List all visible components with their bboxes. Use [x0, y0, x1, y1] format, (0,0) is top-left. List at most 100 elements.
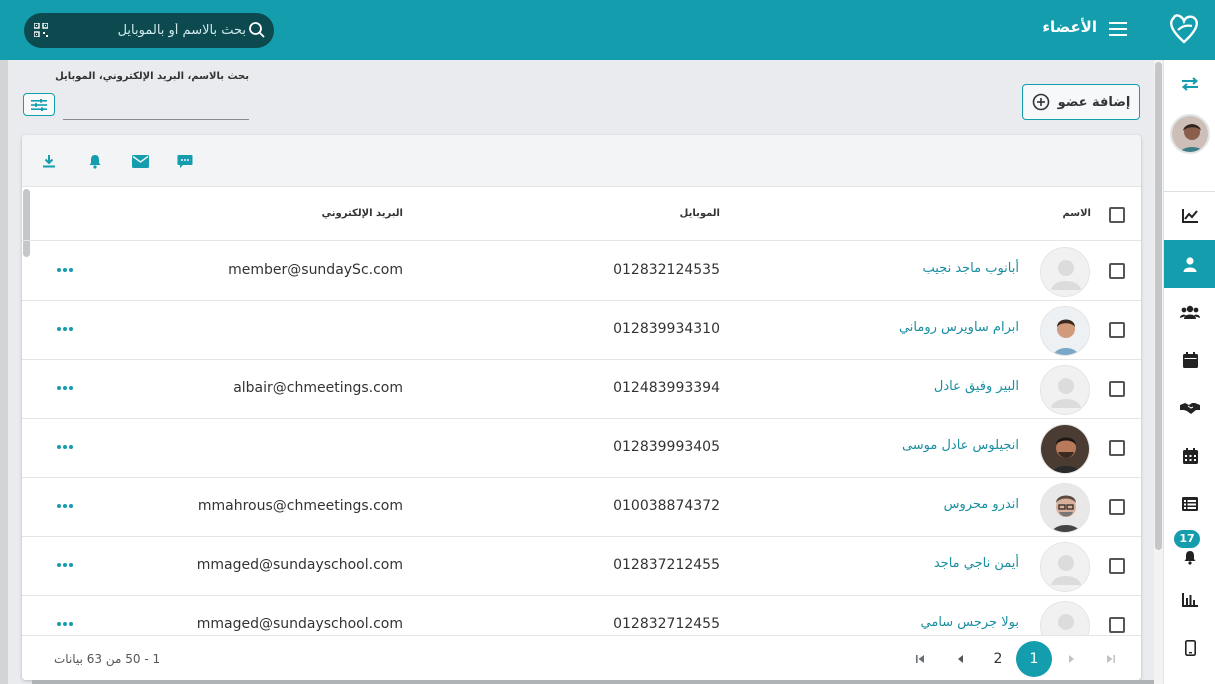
member-search-label: بحث بالاسم، البريد الإلكتروني، الموبايل	[55, 71, 249, 82]
table-row[interactable]: ابرام ساويرس روماني 012839934310	[22, 301, 1141, 360]
table-row[interactable]: أيمن ناجي ماجد 012837212455 mmaged@sundays…	[22, 537, 1141, 596]
profile-avatar[interactable]	[1164, 110, 1215, 158]
add-circle-icon	[1032, 93, 1049, 111]
chevron-left-icon	[958, 655, 963, 663]
member-mobile: 012832712455	[613, 616, 720, 632]
member-name-link[interactable]: البير وفيق عادل	[934, 379, 1019, 394]
row-checkbox[interactable]	[1109, 617, 1125, 633]
page-scrollbar[interactable]	[1154, 60, 1163, 684]
select-all-checkbox[interactable]	[1109, 207, 1125, 223]
search-icon[interactable]	[248, 21, 266, 39]
mobile-app-icon[interactable]	[1164, 624, 1215, 672]
swap-icon[interactable]	[1164, 60, 1215, 108]
member-mobile: 012837212455	[613, 557, 720, 573]
page-1-button[interactable]: 1	[1016, 641, 1052, 677]
add-member-label: إضافة عضو	[1057, 94, 1131, 110]
member-email: mmahrous@chmeetings.com	[197, 498, 403, 514]
filter-button[interactable]	[23, 93, 55, 116]
pagination-range: 1 - 50 من 63 بيانات	[54, 652, 161, 666]
member-avatar[interactable]	[1040, 483, 1090, 533]
hamburger-menu-icon[interactable]	[1109, 21, 1127, 37]
top-bar: الأعضاء	[0, 0, 1215, 60]
table-row[interactable]: انجيلوس عادل موسى 012839993405	[22, 419, 1141, 478]
prev-page-button[interactable]	[944, 643, 976, 675]
last-page-icon	[1107, 655, 1115, 663]
member-mobile: 012839934310	[613, 321, 720, 337]
more-options-icon[interactable]	[56, 618, 74, 630]
member-email: albair@chmeetings.com	[233, 380, 403, 396]
next-page-button[interactable]	[1056, 643, 1088, 675]
chevron-right-icon	[1069, 655, 1074, 663]
right-sidebar: 17	[1163, 60, 1215, 684]
events-calendar-icon[interactable]	[1164, 336, 1215, 384]
member-avatar[interactable]	[1040, 306, 1090, 356]
row-checkbox[interactable]	[1109, 381, 1125, 397]
notifications-bell-icon[interactable]: 17	[1164, 528, 1215, 576]
global-search[interactable]	[24, 13, 274, 48]
dashboard-chart-icon[interactable]	[1164, 192, 1215, 240]
more-options-icon[interactable]	[56, 441, 74, 453]
global-search-input[interactable]	[56, 19, 246, 41]
member-name-link[interactable]: اندرو محروس	[944, 497, 1019, 512]
more-options-icon[interactable]	[56, 323, 74, 335]
row-checkbox[interactable]	[1109, 499, 1125, 515]
schedule-icon[interactable]	[1164, 432, 1215, 480]
member-avatar[interactable]	[1040, 247, 1090, 297]
reports-bar-chart-icon[interactable]	[1164, 576, 1215, 624]
table-row[interactable]: أبانوب ماجد نجيب 012832124535 member@sunda…	[22, 242, 1141, 301]
row-checkbox[interactable]	[1109, 322, 1125, 338]
row-checkbox[interactable]	[1109, 440, 1125, 456]
member-mobile: 012839993405	[613, 439, 720, 455]
member-avatar[interactable]	[1040, 424, 1090, 474]
member-name-link[interactable]: انجيلوس عادل موسى	[902, 438, 1019, 453]
member-avatar[interactable]	[1040, 365, 1090, 415]
horizontal-scrollbar[interactable]	[32, 680, 1154, 684]
member-mobile: 010038874372	[613, 498, 720, 514]
more-options-icon[interactable]	[56, 559, 74, 571]
page-title: الأعضاء	[1042, 18, 1097, 36]
row-checkbox[interactable]	[1109, 558, 1125, 574]
member-name-link[interactable]: أيمن ناجي ماجد	[934, 556, 1019, 571]
member-name-link[interactable]: بولا جرجس سامي	[921, 615, 1019, 630]
member-name-link[interactable]: ابرام ساويرس روماني	[899, 320, 1019, 335]
qr-code-icon[interactable]	[34, 23, 48, 37]
bell-icon[interactable]	[86, 152, 104, 170]
table-row[interactable]: البير وفيق عادل 012483993394 albair@chmeet…	[22, 360, 1141, 419]
member-name-link[interactable]: أبانوب ماجد نجيب	[922, 261, 1019, 276]
member-avatar[interactable]	[1040, 542, 1090, 592]
app-logo[interactable]	[1169, 12, 1199, 46]
first-page-button[interactable]	[904, 643, 936, 675]
members-icon[interactable]	[1164, 240, 1215, 288]
table-header: الاسم الموبايل البريد الإلكتروني	[22, 188, 1141, 241]
member-email: mmaged@sundayschool.com	[196, 557, 403, 573]
member-mobile: 012832124535	[613, 262, 720, 278]
table-row[interactable]: اندرو محروس 010038874372 mmahrous@chmeetin…	[22, 478, 1141, 537]
email-icon[interactable]	[131, 152, 149, 170]
notification-count-badge: 17	[1174, 530, 1200, 548]
member-email: mmaged@sundayschool.com	[196, 616, 403, 632]
more-options-icon[interactable]	[56, 264, 74, 276]
row-checkbox[interactable]	[1109, 263, 1125, 279]
table-toolbar	[22, 135, 1141, 187]
groups-icon[interactable]	[1164, 288, 1215, 336]
member-search-input[interactable]	[63, 119, 249, 120]
sliders-icon	[31, 98, 47, 111]
more-options-icon[interactable]	[56, 500, 74, 512]
add-member-button[interactable]: إضافة عضو	[1022, 84, 1140, 120]
chat-icon[interactable]	[176, 152, 194, 170]
handshake-icon[interactable]	[1164, 384, 1215, 432]
member-mobile: 012483993394	[613, 380, 720, 396]
more-options-icon[interactable]	[56, 382, 74, 394]
page-2-button[interactable]: 2	[982, 643, 1014, 675]
member-email: member@sundaySc.com	[228, 262, 403, 278]
column-header-mobile[interactable]: الموبايل	[680, 208, 720, 219]
first-page-icon	[916, 655, 924, 663]
list-icon[interactable]	[1164, 480, 1215, 528]
table-footer: 1 - 50 من 63 بيانات 2 1	[22, 635, 1141, 680]
left-scroll-edge	[0, 60, 8, 684]
download-icon[interactable]	[40, 152, 58, 170]
column-header-name[interactable]: الاسم	[1062, 208, 1091, 219]
column-header-email[interactable]: البريد الإلكتروني	[322, 208, 403, 219]
last-page-button[interactable]	[1095, 643, 1127, 675]
page-scrollbar-thumb[interactable]	[1155, 62, 1162, 550]
